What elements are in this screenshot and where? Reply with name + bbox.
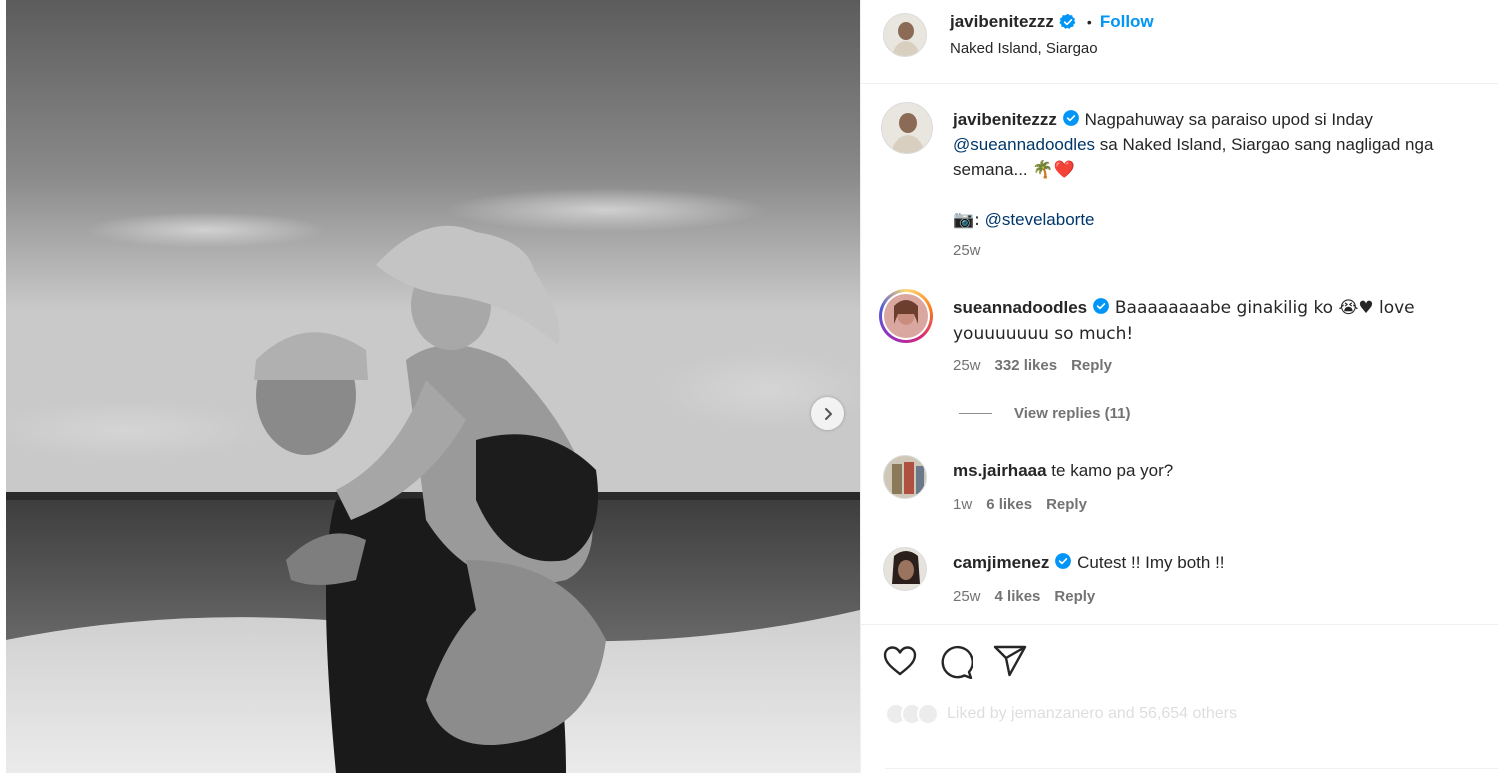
comment-icon[interactable]: [939, 645, 973, 679]
comment-3-time[interactable]: 25w: [953, 588, 981, 605]
comment-3: camjimenez Cutest !! Imy both !!: [953, 550, 1225, 575]
post-sidebar: javibenitezzz • Follow Naked Island, Sia…: [860, 0, 1498, 773]
follow-button[interactable]: Follow: [1100, 12, 1154, 32]
comment-3-username[interactable]: camjimenez: [953, 553, 1049, 572]
comment-1-time[interactable]: 25w: [953, 357, 981, 374]
comment-2-avatar[interactable]: [883, 455, 927, 499]
caption-text-start: Nagpahuway sa paraiso upod si Inday: [1084, 110, 1373, 129]
comment-1-reply-button[interactable]: Reply: [1071, 357, 1112, 374]
comment-3-likes[interactable]: 4 likes: [995, 588, 1041, 605]
verified-badge-icon: [1063, 110, 1079, 126]
header-line: javibenitezzz • Follow: [950, 12, 1154, 32]
comment-1: sueannadoodles Baaaaaaaabe ginakilig ko …: [953, 295, 1483, 347]
liker-avatar: [917, 703, 939, 725]
chevron-right-icon: [824, 407, 832, 420]
view-replies-button[interactable]: View replies (11): [959, 405, 1130, 422]
replies-divider-line: [959, 413, 992, 414]
comment-2-likes[interactable]: 6 likes: [986, 496, 1032, 513]
action-bar: [861, 624, 1498, 773]
comment-3-reply-button[interactable]: Reply: [1054, 588, 1095, 605]
comment-3-text: Cutest !! Imy both !!: [1077, 553, 1225, 572]
heart-icon[interactable]: [883, 645, 917, 677]
comment-2-reply-button[interactable]: Reply: [1046, 496, 1087, 513]
author-avatar[interactable]: [883, 13, 927, 57]
view-replies-label: View replies (11): [1014, 405, 1131, 422]
comment-1-username[interactable]: sueannadoodles: [953, 298, 1087, 317]
comment-2: ms.jairhaaa te kamo pa yor?: [953, 458, 1173, 483]
instagram-post-modal: javibenitezzz • Follow Naked Island, Sia…: [0, 0, 1498, 773]
photo-credit-mention-link[interactable]: @stevelaborte: [985, 210, 1095, 229]
post-header: javibenitezzz • Follow Naked Island, Sia…: [861, 0, 1498, 84]
next-photo-button[interactable]: [811, 397, 844, 430]
verified-badge-icon: [1055, 553, 1072, 569]
comment-3-meta: 25w 4 likes Reply: [953, 588, 1109, 605]
post-photo[interactable]: [6, 0, 860, 773]
comment-2-text: te kamo pa yor?: [1051, 461, 1174, 480]
liked-by-summary[interactable]: Liked by jemanzanero and 56,654 others: [885, 703, 1237, 725]
share-icon[interactable]: [993, 645, 1027, 677]
comment-1-meta: 25w 332 likes Reply: [953, 357, 1126, 374]
author-username[interactable]: javibenitezzz: [950, 12, 1054, 32]
post-location[interactable]: Naked Island, Siargao: [950, 40, 1098, 57]
separator-dot: •: [1086, 14, 1092, 30]
bottom-divider: [885, 768, 1498, 769]
post-media: [0, 0, 860, 773]
comment-2-username[interactable]: ms.jairhaaa: [953, 461, 1047, 480]
verified-badge-icon: [1059, 13, 1076, 29]
comment-1-likes[interactable]: 332 likes: [995, 357, 1058, 374]
caption-meta: 25w: [953, 242, 995, 259]
caption-mention-link[interactable]: @sueannadoodles: [953, 135, 1095, 154]
comment-3-avatar[interactable]: [883, 547, 927, 591]
photo-credit: 📷: @stevelaborte: [953, 207, 1095, 233]
caption-author-avatar[interactable]: [881, 102, 933, 154]
caption-time[interactable]: 25w: [953, 242, 981, 259]
post-caption: javibenitezzz Nagpahuway sa paraiso upod…: [953, 107, 1493, 183]
verified-badge-icon: [1093, 298, 1110, 314]
comment-2-time[interactable]: 1w: [953, 496, 972, 513]
comment-2-meta: 1w 6 likes Reply: [953, 496, 1101, 513]
caption-emojis: 🌴❤️: [1032, 160, 1075, 180]
caption-username[interactable]: javibenitezzz: [953, 110, 1057, 129]
camera-emoji: 📷:: [953, 210, 980, 230]
story-ring-avatar[interactable]: [879, 289, 933, 343]
liked-by-text: Liked by jemanzanero and 56,654 others: [947, 705, 1237, 722]
